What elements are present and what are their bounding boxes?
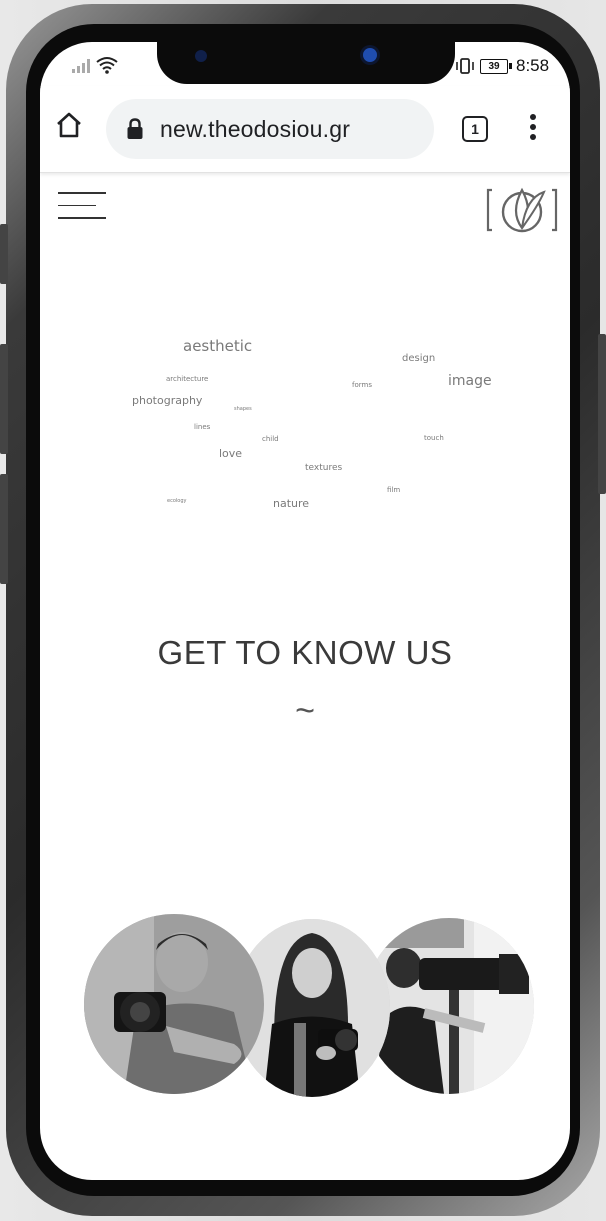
- tab-switcher-button[interactable]: 1: [462, 116, 488, 142]
- lock-icon: [127, 118, 143, 139]
- signal-icon: [72, 59, 90, 73]
- power-button: [598, 334, 606, 494]
- volume-button: [0, 344, 8, 454]
- word-ecology: ecology: [167, 498, 187, 504]
- word-nature: nature: [273, 497, 310, 510]
- wifi-icon: [96, 57, 118, 74]
- word-child: child: [262, 435, 279, 443]
- word-image: image: [448, 373, 492, 389]
- battery-icon: 39: [480, 59, 508, 74]
- address-bar[interactable]: new.theodosiou.gr: [106, 99, 434, 159]
- home-icon[interactable]: [54, 110, 84, 140]
- volume-button: [0, 474, 8, 584]
- hamburger-menu-icon[interactable]: [58, 192, 106, 230]
- word-forms: forms: [352, 381, 372, 389]
- phone-screen: 39 8:58 new.theodosiou.gr 1 aesthetic de…: [40, 42, 570, 1180]
- word-architecture: architecture: [166, 375, 209, 383]
- word-cloud: aesthetic design architecture forms imag…: [40, 322, 570, 522]
- tilde-divider: ~: [295, 692, 315, 730]
- vibrate-icon: [456, 58, 474, 74]
- word-touch: touch: [424, 434, 444, 442]
- team-photo-man[interactable]: [84, 914, 264, 1094]
- section-headline: GET TO KNOW US: [157, 634, 453, 672]
- status-time: 8:58: [516, 56, 550, 75]
- word-textures: textures: [305, 463, 343, 473]
- more-menu-icon[interactable]: [530, 114, 538, 144]
- status-bar: 39 8:58: [40, 54, 570, 80]
- browser-toolbar: new.theodosiou.gr 1: [40, 86, 570, 173]
- word-film: film: [387, 486, 401, 494]
- word-photography: photography: [132, 394, 203, 407]
- team-photos: [84, 914, 534, 1099]
- word-lines: lines: [194, 423, 211, 431]
- volume-button: [0, 224, 8, 284]
- word-love: love: [219, 447, 243, 460]
- battery-tip: [509, 63, 512, 69]
- word-shapes: shapes: [234, 406, 252, 412]
- word-aesthetic: aesthetic: [183, 337, 253, 355]
- man-photographer-image: [84, 914, 264, 1094]
- site-logo[interactable]: [486, 184, 558, 236]
- url-text: new.theodosiou.gr: [160, 116, 351, 142]
- word-design: design: [402, 353, 436, 364]
